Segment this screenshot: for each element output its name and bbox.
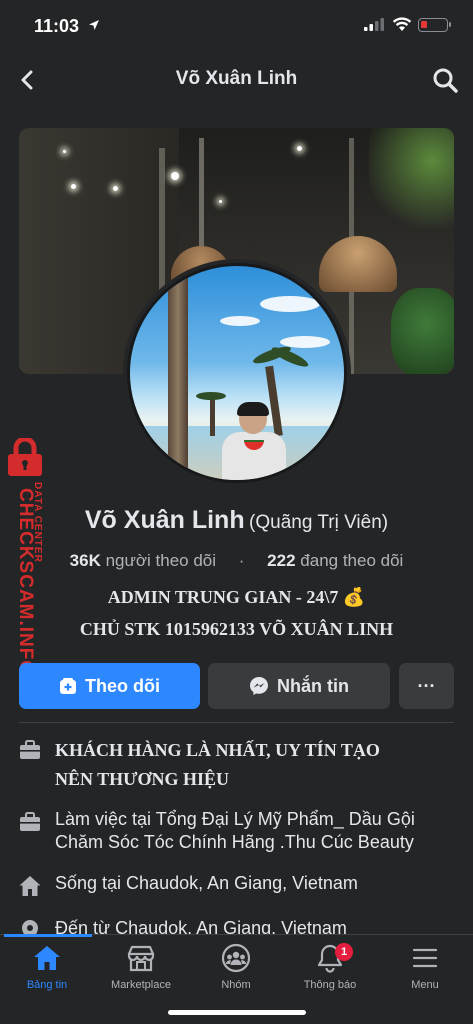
following-link[interactable]: 222 đang theo dõi	[267, 551, 403, 570]
briefcase-icon	[20, 812, 40, 831]
detail-text: Sống tại Chaudok, An Giang, Vietnam	[55, 873, 358, 893]
more-options-button[interactable]: ···	[399, 663, 454, 709]
detail-text: NÊN THƯƠNG HIỆU	[55, 769, 230, 789]
tab-menu[interactable]: Menu	[378, 943, 472, 991]
status-time: 11:03	[34, 16, 80, 36]
more-dots-icon: ···	[417, 675, 436, 696]
battery-icon	[418, 18, 451, 32]
profile-name: Võ Xuân Linh (Quãng Trị Viên)	[0, 506, 473, 535]
page-title: Võ Xuân Linh	[175, 68, 298, 89]
detail-row-lives-in[interactable]: Sống tại Chaudok, An Giang, Vietnam	[18, 872, 458, 898]
padlock-icon	[8, 438, 42, 476]
follow-stats: 36K người theo dõi · 222 đang theo dõi	[69, 551, 404, 570]
follow-button[interactable]: Theo dõi	[19, 663, 200, 709]
wifi-icon	[392, 17, 412, 31]
detail-text: Chăm Sóc Tóc Chính Hãng .Thu Cúc Beauty	[55, 832, 414, 852]
detail-row-slogan: KHÁCH HÀNG LÀ NHẤT, UY TÍN TẠO NÊN THƯƠN…	[18, 736, 458, 794]
search-icon[interactable]	[431, 66, 459, 94]
home-indicator[interactable]	[168, 1010, 306, 1015]
marketplace-icon	[127, 945, 155, 972]
menu-icon	[412, 948, 438, 968]
messenger-icon	[250, 677, 268, 695]
divider	[19, 722, 454, 723]
bio-line-1: ADMIN TRUNG GIAN - 24\7 💰	[107, 587, 366, 607]
detail-row-work[interactable]: Làm việc tại Tổng Đại Lý Mỹ Phẩm_ Dầu Gộ…	[18, 808, 458, 856]
detail-text: Làm việc tại Tổng Đại Lý Mỹ Phẩm_ Dầu Gộ…	[55, 809, 415, 829]
tab-groups[interactable]: Nhóm	[189, 943, 283, 991]
detail-text: KHÁCH HÀNG LÀ NHẤT, UY TÍN TẠO	[55, 740, 380, 760]
message-button[interactable]: Nhắn tin	[208, 663, 390, 709]
groups-icon	[221, 943, 251, 973]
person-figure	[222, 402, 286, 480]
home-icon	[34, 946, 60, 970]
profile-alt-name: (Quãng Trị Viên)	[249, 512, 389, 533]
notification-badge: 1	[335, 943, 353, 961]
cellular-signal-icon	[364, 18, 384, 31]
profile-display-name: Võ Xuân Linh	[84, 506, 245, 534]
profile-picture[interactable]	[123, 259, 351, 487]
briefcase-icon	[20, 740, 40, 759]
tab-notifications[interactable]: 1 Thông báo	[283, 943, 377, 991]
tab-marketplace[interactable]: Marketplace	[94, 943, 188, 991]
tab-news-feed[interactable]: Bảng tin	[0, 943, 94, 991]
bio-line-2: CHỦ STK 1015962133 VÕ XUÂN LINH	[79, 619, 394, 639]
active-tab-indicator	[4, 934, 92, 937]
follow-plus-icon	[60, 678, 76, 694]
top-app-bar: Võ Xuân Linh	[0, 56, 473, 104]
home-icon	[19, 876, 41, 896]
status-bar: 11:03	[0, 0, 473, 50]
followers-link[interactable]: 36K người theo dõi	[70, 551, 216, 570]
location-arrow-icon	[89, 20, 99, 30]
